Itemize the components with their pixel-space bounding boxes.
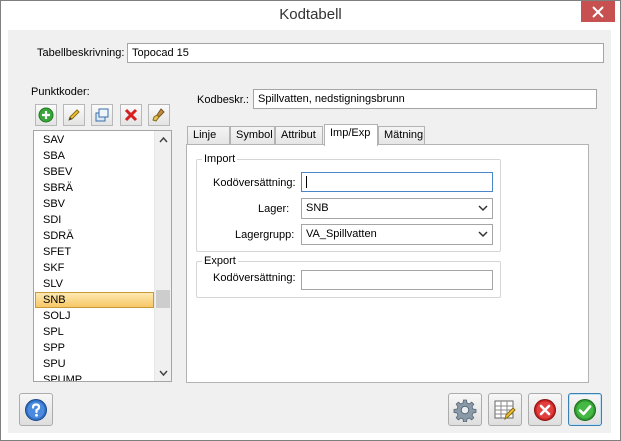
settings-button[interactable]: [448, 393, 482, 426]
list-item[interactable]: SPU: [35, 356, 154, 372]
list-item[interactable]: SOLJ: [35, 308, 154, 324]
import-group-title: Import: [202, 153, 238, 165]
point-code-list[interactable]: SAV SBA SBEV SBRÄ SBV SDI SDRÄ SFET SKF …: [33, 130, 172, 382]
table-edit-button[interactable]: [488, 393, 522, 426]
list-item[interactable]: SBRÄ: [35, 180, 154, 196]
list-item-selected[interactable]: SNB: [35, 292, 154, 308]
table-description-input[interactable]: Topocad 15: [127, 43, 604, 63]
cancel-button[interactable]: [528, 393, 562, 426]
list-item[interactable]: SLV: [35, 276, 154, 292]
copy-icon: [95, 108, 109, 122]
settings-gear-icon: [453, 399, 477, 422]
layer-group-select[interactable]: VA_Spillvatten: [301, 224, 493, 245]
title-bar: Kodtabell: [1, 1, 620, 31]
edit-code-button[interactable]: [63, 104, 85, 126]
list-item[interactable]: SKF: [35, 260, 154, 276]
ok-button[interactable]: [568, 393, 602, 426]
code-description-input[interactable]: Spillvatten, nedstigningsbrunn: [253, 89, 597, 109]
edit-pencil-icon: [68, 109, 80, 121]
list-item[interactable]: SDI: [35, 212, 154, 228]
help-icon: [25, 398, 47, 421]
tab-imp-exp[interactable]: Imp/Exp: [324, 124, 378, 146]
list-item[interactable]: SBEV: [35, 164, 154, 180]
scroll-down-arrow-icon[interactable]: [155, 364, 171, 381]
add-code-button[interactable]: [35, 104, 57, 126]
list-item[interactable]: SFET: [35, 244, 154, 260]
copy-code-button[interactable]: [91, 104, 113, 126]
ok-icon: [574, 398, 596, 421]
table-description-label: Tabellbeskrivning:: [37, 47, 125, 59]
delete-code-button[interactable]: [120, 104, 142, 126]
imp-exp-panel: Import Kodöversättning: Lager: SNB Lager…: [186, 144, 589, 383]
export-code-translation-input[interactable]: [301, 270, 493, 290]
text-cursor: [306, 176, 307, 189]
list-item[interactable]: SBV: [35, 196, 154, 212]
list-item[interactable]: SPL: [35, 324, 154, 340]
layer-label: Lager:: [258, 203, 290, 215]
close-button[interactable]: [581, 1, 615, 22]
export-group-title: Export: [202, 255, 238, 267]
list-item[interactable]: SBA: [35, 148, 154, 164]
import-code-translation-input[interactable]: [301, 172, 493, 192]
tab-symbol[interactable]: Symbol: [230, 126, 275, 145]
layer-select-value: SNB: [306, 202, 329, 214]
scroll-thumb[interactable]: [156, 290, 170, 308]
list-item[interactable]: SPUMP: [35, 372, 154, 381]
table-edit-icon: [494, 400, 516, 420]
window-title: Kodtabell: [279, 6, 342, 23]
list-item[interactable]: SDRÄ: [35, 228, 154, 244]
chevron-down-icon: [478, 205, 488, 212]
tab-linje[interactable]: Linje: [187, 126, 230, 145]
list-scrollbar[interactable]: [154, 131, 171, 381]
help-button[interactable]: [19, 393, 53, 426]
layer-group-label: Lagergrupp:: [235, 229, 295, 241]
cancel-icon: [534, 398, 556, 421]
code-description-label: Kodbeskr.:: [197, 94, 249, 106]
clear-code-button[interactable]: [148, 104, 170, 126]
layer-select[interactable]: SNB: [301, 198, 493, 219]
delete-icon: [124, 108, 138, 122]
list-item[interactable]: SAV: [35, 132, 154, 148]
import-code-translation-label: Kodöversättning:: [213, 177, 296, 189]
chevron-down-icon: [478, 231, 488, 238]
export-code-translation-label: Kodöversättning:: [213, 272, 296, 284]
point-codes-label: Punktkoder:: [31, 86, 90, 98]
close-icon: [592, 5, 604, 18]
list-item[interactable]: SPP: [35, 340, 154, 356]
add-icon: [38, 107, 54, 123]
clear-brush-icon: [152, 108, 165, 122]
scroll-up-arrow-icon[interactable]: [155, 131, 171, 148]
tab-matning[interactable]: Mätning: [378, 126, 425, 145]
layer-group-select-value: VA_Spillvatten: [306, 228, 377, 240]
tab-attribut[interactable]: Attribut: [275, 126, 323, 145]
